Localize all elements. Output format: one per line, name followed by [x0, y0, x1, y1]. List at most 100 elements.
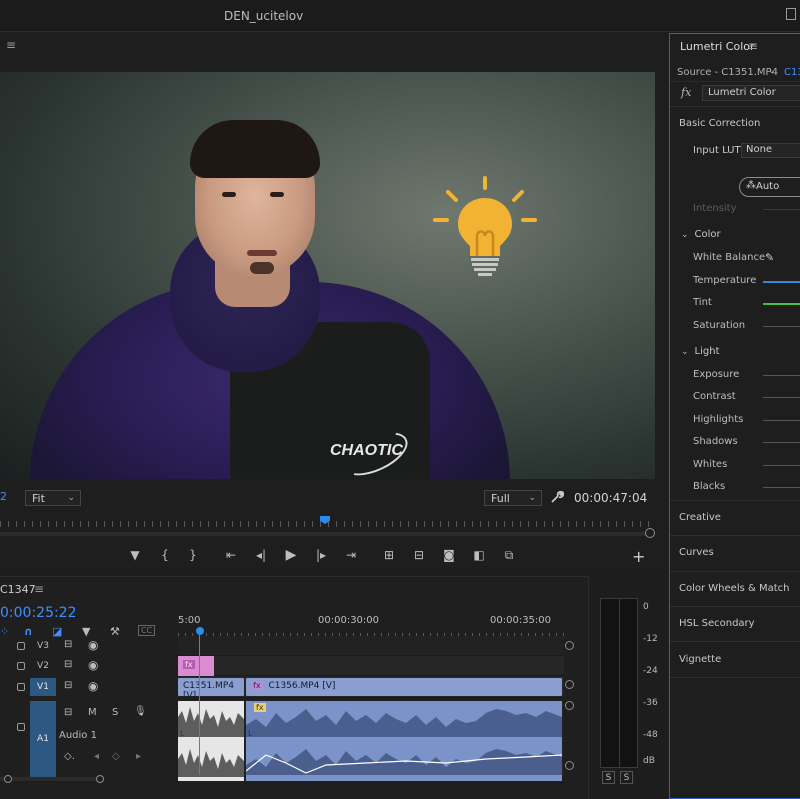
track-name[interactable]: A1 [30, 701, 56, 777]
whites-label: Whites [693, 459, 728, 470]
lock-icon[interactable] [17, 683, 25, 691]
extract-icon[interactable]: ⊟ [408, 546, 430, 564]
comparison-view-icon[interactable]: ◧ [468, 546, 490, 564]
zoom-scrollbar[interactable] [0, 532, 655, 536]
solo-left-button[interactable]: S [602, 771, 615, 784]
captions-icon[interactable]: CC [138, 625, 156, 636]
intensity-slider[interactable] [763, 209, 800, 210]
add-keyframe-icon[interactable]: ◇ [112, 751, 120, 762]
chevron-down-icon[interactable]: ⌄ [768, 66, 776, 76]
video-clip[interactable]: C1351.MP4 [V] [178, 678, 244, 701]
lock-icon[interactable] [17, 662, 25, 670]
timeline-timecode[interactable]: 0:00:25:22 [0, 605, 77, 621]
window-control-icon[interactable] [786, 8, 796, 20]
highlights-label: Highlights [693, 414, 744, 425]
saturation-slider[interactable] [763, 326, 800, 327]
fx-icon[interactable]: fx [681, 86, 691, 99]
panel-title[interactable]: Lumetri Color [680, 40, 755, 53]
input-lut-select[interactable]: None [741, 143, 800, 158]
sequence-tab[interactable]: C1347 [0, 583, 36, 596]
track-scroll-handle[interactable] [565, 680, 574, 689]
add-button-icon[interactable]: + [632, 547, 645, 566]
hsl-secondary-section[interactable]: HSL Secondary [679, 618, 755, 629]
eye-icon[interactable]: ◉ [88, 638, 98, 652]
exposure-slider[interactable] [763, 375, 800, 376]
track-scroll-handle[interactable] [565, 761, 574, 770]
auto-button[interactable]: ⁂ Auto [739, 177, 800, 197]
color-wheels-section[interactable]: Color Wheels & Match [679, 583, 789, 594]
meter-scale-label: -48 [643, 730, 658, 740]
keyframe-icon[interactable]: ◇. [64, 751, 75, 762]
audio-clip[interactable]: fx L [246, 701, 562, 781]
multicam-icon[interactable]: ⧉ [498, 546, 520, 564]
basic-correction-header[interactable]: Basic Correction [679, 118, 760, 129]
fit-select[interactable]: Fit ⌄ [25, 490, 81, 506]
microphone-icon[interactable]: 🎙 [134, 706, 147, 717]
panel-menu-icon[interactable]: ≡ [34, 582, 44, 596]
source-clip-label[interactable]: Source - C1351.MP4 [677, 67, 778, 78]
mute-button[interactable]: M [88, 707, 97, 718]
mark-in-icon[interactable]: { [154, 546, 176, 564]
eyedropper-icon[interactable]: ✎ [765, 251, 774, 264]
lock-icon[interactable] [17, 642, 25, 650]
sync-icon[interactable]: ⊟ [64, 639, 72, 650]
highlights-slider[interactable] [763, 420, 800, 421]
track-name[interactable]: V3 [30, 637, 56, 655]
solo-right-button[interactable]: S [620, 771, 633, 784]
mark-out-icon[interactable]: } [182, 546, 204, 564]
timeline-playhead-handle[interactable] [196, 627, 204, 635]
eye-icon[interactable]: ◉ [88, 679, 98, 693]
resolution-select[interactable]: Full ⌄ [484, 490, 542, 506]
eye-icon[interactable]: ◉ [88, 658, 98, 672]
step-forward-icon[interactable]: |▸ [310, 546, 332, 564]
sync-icon[interactable]: ⊟ [64, 680, 72, 691]
blacks-slider[interactable] [763, 487, 800, 488]
track-name[interactable]: V2 [30, 657, 56, 675]
track-header-v3: V3 ⊟ ◉ [0, 636, 178, 656]
panel-menu-icon[interactable]: ≡ [748, 39, 758, 53]
track-name[interactable]: V1 [30, 678, 56, 696]
track-row-v1[interactable]: C1351.MP4 [V] fx C1356.MP4 [V] [178, 676, 564, 701]
color-section-header[interactable]: ⌄ Color [681, 229, 721, 240]
prev-keyframe-icon[interactable]: ◂ [94, 751, 99, 762]
next-keyframe-icon[interactable]: ▸ [136, 751, 141, 762]
track-scroll-handle[interactable] [565, 641, 574, 650]
track-row-a1[interactable]: L fx L [178, 701, 564, 781]
shadows-slider[interactable] [763, 442, 800, 443]
timeline-zoom-scrollbar[interactable] [0, 777, 100, 781]
track-row-v3[interactable] [178, 636, 564, 656]
track-row-v2[interactable]: fx [178, 656, 564, 676]
creative-section[interactable]: Creative [679, 512, 721, 523]
panel-menu-icon[interactable]: ≡ [6, 38, 16, 52]
sync-icon[interactable]: ⊟ [64, 659, 72, 670]
whites-slider[interactable] [763, 465, 800, 466]
zoom-level-value[interactable]: 2 [0, 490, 7, 503]
solo-button[interactable]: S [112, 707, 118, 718]
vignette-section[interactable]: Vignette [679, 654, 721, 665]
go-to-in-icon[interactable]: ⇤ [220, 546, 242, 564]
timeline-zoom-handle-left[interactable] [4, 775, 12, 783]
export-frame-icon[interactable]: ◙ [438, 546, 460, 564]
adjustment-clip[interactable]: fx [178, 656, 214, 676]
video-preview[interactable]: CHAOTIC [0, 72, 655, 479]
wrench-icon[interactable] [550, 490, 564, 504]
step-back-icon[interactable]: ◂| [250, 546, 272, 564]
temperature-slider[interactable] [763, 281, 800, 283]
zoom-scrollbar-handle[interactable] [645, 528, 655, 538]
add-marker-icon[interactable]: ▼ [124, 546, 146, 564]
audio-clip[interactable]: L [178, 701, 244, 781]
timeline-zoom-handle-right[interactable] [96, 775, 104, 783]
light-section-header[interactable]: ⌄ Light [681, 346, 720, 357]
track-scroll-handle[interactable] [565, 701, 574, 710]
go-to-out-icon[interactable]: ⇥ [340, 546, 362, 564]
play-icon[interactable]: ▶ [280, 546, 302, 564]
effect-select[interactable]: Lumetri Color [702, 85, 800, 101]
curves-section[interactable]: Curves [679, 547, 714, 558]
tint-slider[interactable] [763, 303, 800, 305]
sync-icon[interactable]: ⊟ [64, 707, 72, 718]
sequence-clip-label[interactable]: C13 [784, 67, 800, 78]
video-clip[interactable]: fx C1356.MP4 [V] [246, 678, 562, 696]
lock-icon[interactable] [17, 723, 25, 731]
lift-icon[interactable]: ⊞ [378, 546, 400, 564]
contrast-slider[interactable] [763, 397, 800, 398]
